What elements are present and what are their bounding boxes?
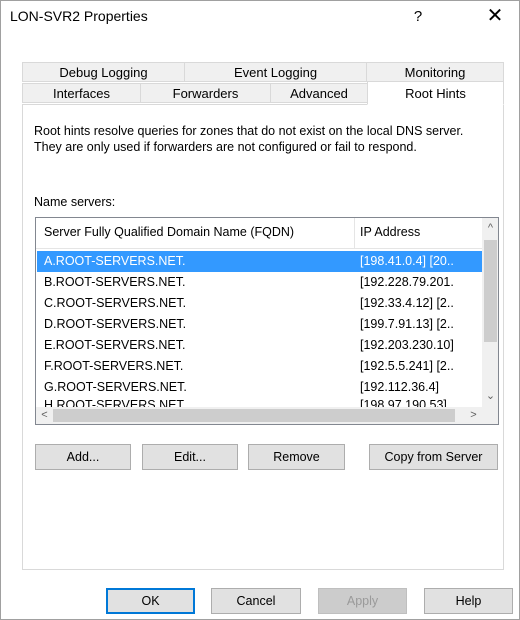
tab-label: Interfaces [52,86,111,101]
fqdn-cell: E.ROOT-SERVERS.NET. [44,338,186,352]
ip-cell: [192.203.230.10] [360,338,454,352]
scroll-left-icon[interactable]: < [36,407,53,424]
fqdn-cell: F.ROOT-SERVERS.NET. [44,359,184,373]
column-header-fqdn[interactable]: Server Fully Qualified Domain Name (FQDN… [44,225,294,239]
ip-cell: [198.41.0.4] [20.. [360,254,454,268]
column-header-ip[interactable]: IP Address [360,225,420,239]
tab-label: Root Hints [405,86,466,101]
name-servers-list[interactable]: Server Fully Qualified Domain Name (FQDN… [35,217,499,425]
tab-label: Event Logging [233,65,318,80]
root-hints-description: Root hints resolve queries for zones tha… [34,124,464,154]
fqdn-cell: B.ROOT-SERVERS.NET. [44,275,186,289]
ok-button[interactable]: OK [106,588,195,614]
list-row[interactable]: D.ROOT-SERVERS.NET. [199.7.91.13] [2.. [37,314,483,335]
tab-debug-logging[interactable]: Debug Logging [22,62,185,82]
edit-button[interactable]: Edit... [142,444,238,470]
title-bar[interactable]: LON-SVR2 Properties ? ✕ [1,1,519,31]
scroll-right-icon[interactable]: > [465,407,482,424]
scroll-down-icon[interactable]: ⌄ [482,388,498,405]
vertical-scrollbar[interactable]: ^ ⌄ [482,218,498,407]
name-servers-label: Name servers: [34,195,116,209]
vertical-scroll-thumb[interactable] [484,240,497,342]
fqdn-cell: C.ROOT-SERVERS.NET. [44,296,187,310]
tab-event-logging[interactable]: Event Logging [184,62,367,82]
tab-root-hints[interactable]: Root Hints [367,81,504,105]
help-icon[interactable]: ? [403,5,433,29]
fqdn-cell: D.ROOT-SERVERS.NET. [44,317,187,331]
fqdn-cell: H.ROOT-SERVERS.NET. [44,398,187,407]
list-row[interactable]: B.ROOT-SERVERS.NET. [192.228.79.201. [37,272,483,293]
list-row[interactable]: E.ROOT-SERVERS.NET. [192.203.230.10] [37,335,483,356]
ip-cell: [192.112.36.4] [360,380,440,394]
close-icon[interactable]: ✕ [479,4,511,28]
copy-from-server-button[interactable]: Copy from Server [369,444,498,470]
tab-label: Forwarders [172,86,239,101]
properties-dialog: LON-SVR2 Properties ? ✕ Debug Logging Ev… [0,0,520,620]
ip-cell: [192.5.5.241] [2.. [360,359,454,373]
tab-label: Advanced [290,86,348,101]
fqdn-cell: G.ROOT-SERVERS.NET. [44,380,187,394]
list-row[interactable]: C.ROOT-SERVERS.NET. [192.33.4.12] [2.. [37,293,483,314]
cancel-button[interactable]: Cancel [211,588,301,614]
tab-interfaces[interactable]: Interfaces [22,83,141,103]
ip-cell: [192.228.79.201. [360,275,454,289]
list-row[interactable]: F.ROOT-SERVERS.NET. [192.5.5.241] [2.. [37,356,483,377]
ip-cell: [199.7.91.13] [2.. [360,317,454,331]
apply-button[interactable]: Apply [318,588,407,614]
list-row[interactable]: G.ROOT-SERVERS.NET. [192.112.36.4] [37,377,483,398]
column-divider[interactable] [354,218,355,248]
horizontal-scroll-thumb[interactable] [53,409,455,422]
tab-monitoring[interactable]: Monitoring [366,62,504,82]
fqdn-cell: A.ROOT-SERVERS.NET. [44,254,186,268]
window-title: LON-SVR2 Properties [10,8,148,24]
tab-label: Monitoring [404,65,466,80]
ip-cell: [198.97.190.53] . [360,398,454,407]
remove-button[interactable]: Remove [248,444,345,470]
tab-forwarders[interactable]: Forwarders [140,83,271,103]
horizontal-scrollbar[interactable]: < > [36,407,482,424]
scroll-corner [482,407,498,424]
list-header: Server Fully Qualified Domain Name (FQDN… [36,218,483,249]
tab-advanced[interactable]: Advanced [270,83,368,103]
scroll-up-icon[interactable]: ^ [482,220,498,237]
list-row[interactable]: A.ROOT-SERVERS.NET. [198.41.0.4] [20.. [37,251,483,272]
ip-cell: [192.33.4.12] [2.. [360,296,454,310]
add-button[interactable]: Add... [35,444,131,470]
tab-label: Debug Logging [59,65,148,80]
help-button[interactable]: Help [424,588,513,614]
list-row[interactable]: H.ROOT-SERVERS.NET. [198.97.190.53] . [37,398,483,407]
